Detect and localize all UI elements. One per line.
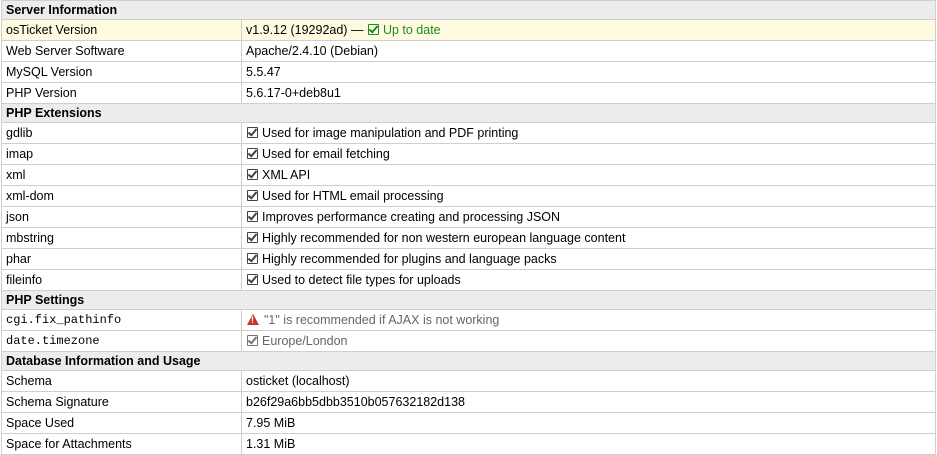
row-value-text: Used for image manipulation and PDF prin… (262, 126, 519, 140)
table-row: MySQL Version 5.5.47 (1, 61, 936, 83)
row-value-text: Highly recommended for non western europ… (262, 231, 626, 245)
table-row: xml XML API (1, 164, 936, 186)
row-value-text: Highly recommended for plugins and langu… (262, 252, 557, 266)
row-label: Space Used (1, 412, 242, 434)
table-row: fileinfo Used to detect file types for u… (1, 269, 936, 291)
row-value: 1.31 MiB (241, 433, 936, 455)
section-header-server: Server Information (1, 0, 936, 20)
check-square-icon (247, 253, 258, 264)
row-label: gdlib (1, 122, 242, 144)
table-row: gdlib Used for image manipulation and PD… (1, 122, 936, 144)
table-row: Space Used 7.95 MiB (1, 412, 936, 434)
section-header-settings: PHP Settings (1, 290, 936, 310)
row-value-text: Used for email fetching (262, 147, 390, 161)
table-row: mbstring Highly recommended for non west… (1, 227, 936, 249)
row-value-text: XML API (262, 168, 311, 182)
row-label: json (1, 206, 242, 228)
row-label: Schema (1, 370, 242, 392)
row-label: phar (1, 248, 242, 270)
row-value: "1" is recommended if AJAX is not workin… (241, 309, 936, 331)
table-row: json Improves performance creating and p… (1, 206, 936, 228)
row-value: 5.6.17-0+deb8u1 (241, 82, 936, 104)
row-label: MySQL Version (1, 61, 242, 83)
status-text: Up to date (382, 23, 441, 37)
row-value: b26f29a6bb5dbb3510b057632182d138 (241, 391, 936, 413)
row-value: Highly recommended for plugins and langu… (241, 248, 936, 270)
row-value: Highly recommended for non western europ… (241, 227, 936, 249)
section-header-database: Database Information and Usage (1, 351, 936, 371)
warning-icon (247, 314, 259, 325)
row-value-text: Improves performance creating and proces… (262, 210, 561, 224)
section-title: Database Information and Usage (1, 351, 936, 371)
table-row: PHP Version 5.6.17-0+deb8u1 (1, 82, 936, 104)
check-square-icon (247, 335, 258, 346)
check-square-icon (367, 24, 379, 35)
row-label: imap (1, 143, 242, 165)
row-value: osticket (localhost) (241, 370, 936, 392)
row-value: Used for HTML email processing (241, 185, 936, 207)
row-value-text: Europe/London (262, 334, 348, 348)
row-value: Used for image manipulation and PDF prin… (241, 122, 936, 144)
row-value: Improves performance creating and proces… (241, 206, 936, 228)
row-value: Used for email fetching (241, 143, 936, 165)
system-information-table: Server Information osTicket Version v1.9… (1, 0, 936, 455)
row-label: fileinfo (1, 269, 242, 291)
row-label: mbstring (1, 227, 242, 249)
check-square-icon (247, 274, 258, 285)
row-label: osTicket Version (1, 19, 242, 41)
table-row: imap Used for email fetching (1, 143, 936, 165)
table-row: date.timezone Europe/London (1, 330, 936, 352)
table-row: Schema osticket (localhost) (1, 370, 936, 392)
table-row: Web Server Software Apache/2.4.10 (Debia… (1, 40, 936, 62)
table-row: Space for Attachments 1.31 MiB (1, 433, 936, 455)
check-square-icon (247, 211, 258, 222)
row-value: 5.5.47 (241, 61, 936, 83)
row-value: XML API (241, 164, 936, 186)
section-header-extensions: PHP Extensions (1, 103, 936, 123)
row-value-text: Used to detect file types for uploads (262, 273, 461, 287)
table-row: xml-dom Used for HTML email processing (1, 185, 936, 207)
row-value: Used to detect file types for uploads (241, 269, 936, 291)
row-label: Schema Signature (1, 391, 242, 413)
status-badge: Up to date (367, 23, 441, 37)
row-label: Web Server Software (1, 40, 242, 62)
row-value: v1.9.12 (19292ad) — Up to date (241, 19, 936, 41)
section-title: PHP Extensions (1, 103, 936, 123)
row-value: Europe/London (241, 330, 936, 352)
row-label: Space for Attachments (1, 433, 242, 455)
row-label: cgi.fix_pathinfo (1, 309, 242, 331)
check-square-icon (247, 190, 258, 201)
table-row: cgi.fix_pathinfo "1" is recommended if A… (1, 309, 936, 331)
row-label: date.timezone (1, 330, 242, 352)
row-label: xml-dom (1, 185, 242, 207)
row-label: PHP Version (1, 82, 242, 104)
table-row: osTicket Version v1.9.12 (19292ad) — Up … (1, 19, 936, 41)
row-value-text: Used for HTML email processing (262, 189, 444, 203)
check-square-icon (247, 169, 258, 180)
section-title: PHP Settings (1, 290, 936, 310)
version-text: v1.9.12 (19292ad) — (246, 23, 364, 37)
table-row: Schema Signature b26f29a6bb5dbb3510b0576… (1, 391, 936, 413)
check-square-icon (247, 127, 258, 138)
check-square-icon (247, 148, 258, 159)
row-value: Apache/2.4.10 (Debian) (241, 40, 936, 62)
table-row: phar Highly recommended for plugins and … (1, 248, 936, 270)
check-square-icon (247, 232, 258, 243)
section-title: Server Information (1, 0, 936, 20)
row-value-text: "1" is recommended if AJAX is not workin… (264, 313, 500, 327)
row-label: xml (1, 164, 242, 186)
row-value: 7.95 MiB (241, 412, 936, 434)
